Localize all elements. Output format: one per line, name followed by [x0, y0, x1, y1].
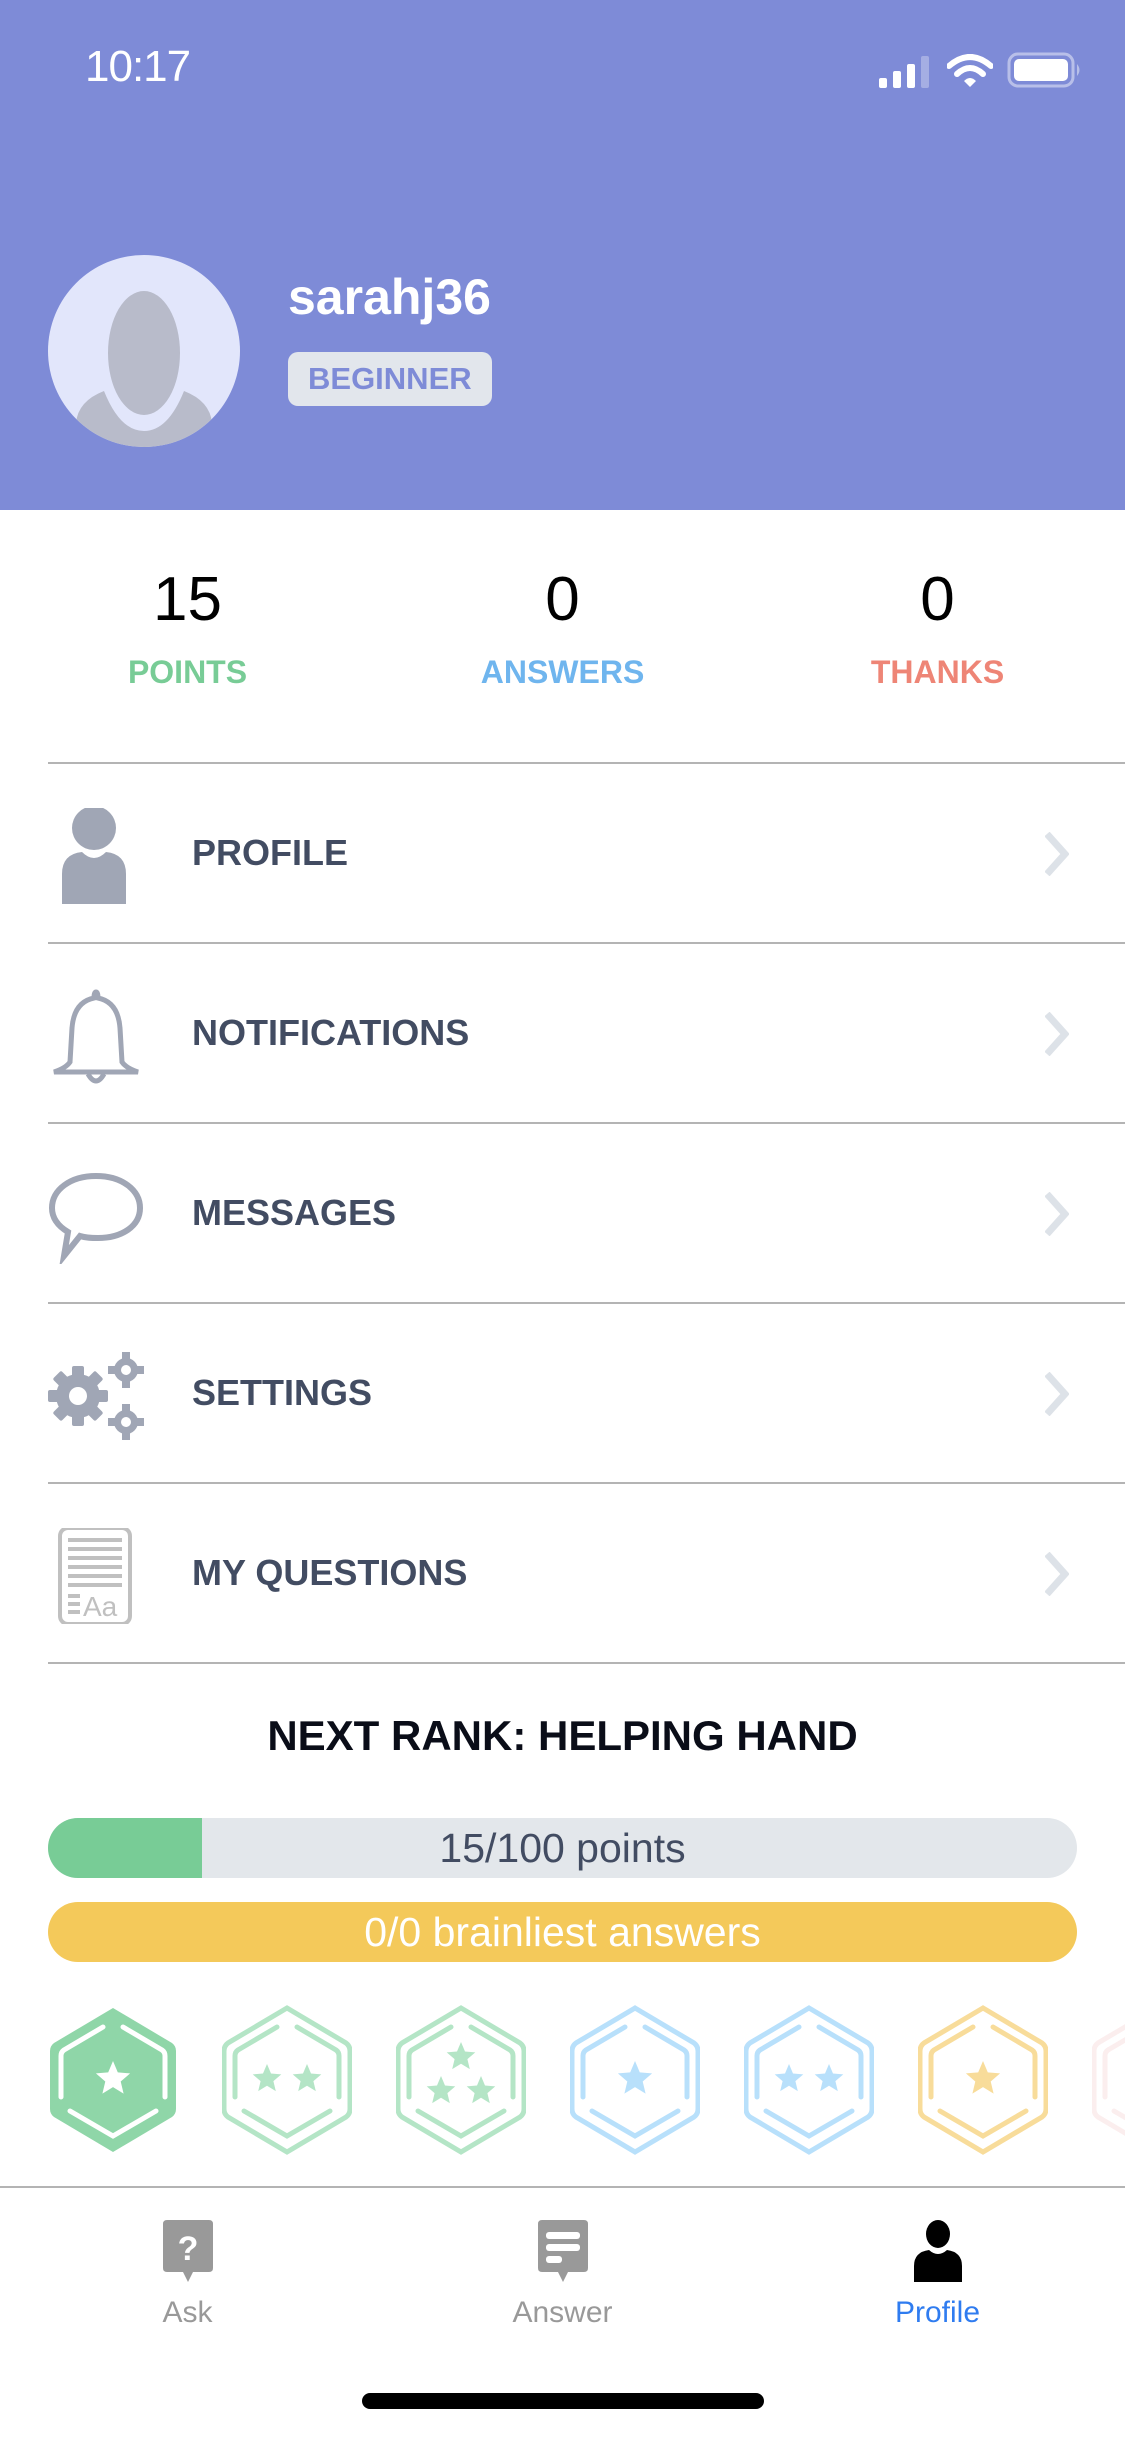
star-icon [252, 2064, 282, 2092]
profile-header: 10:17 sarahj36 BEGINNER [0, 0, 1125, 510]
stats-row: 15 POINTS 0 ANSWERS 0 THANKS [0, 560, 1125, 691]
bell-icon [53, 989, 139, 1084]
rank-badge-5-icon[interactable] [744, 2005, 874, 2155]
star-icon [774, 2064, 804, 2092]
next-rank-title: NEXT RANK: HELPING HAND [267, 1712, 858, 1759]
star-icon [292, 2064, 322, 2092]
rank-badge-6-icon[interactable] [918, 2005, 1048, 2155]
gears-icon [48, 1352, 144, 1440]
profile-icon [914, 2220, 962, 2282]
menu-label: MY QUESTIONS [192, 1552, 468, 1593]
star-icon [426, 2076, 456, 2104]
menu-item-notifications[interactable]: NOTIFICATIONS [0, 944, 1125, 1122]
avatar[interactable] [48, 255, 240, 447]
tab-label: Ask [162, 2296, 213, 2329]
points-progress-bar: 15/100 points [48, 1818, 1077, 1878]
star-icon [814, 2064, 844, 2092]
svg-text:?: ? [178, 2230, 199, 2268]
status-time: 10:17 [85, 42, 191, 91]
menu-item-messages[interactable]: MESSAGES [0, 1124, 1125, 1302]
stat-thanks[interactable]: 0 THANKS [750, 560, 1125, 691]
ask-question-icon: ? [163, 2220, 213, 2282]
home-indicator [362, 2393, 764, 2409]
stat-value: 15 [153, 565, 222, 634]
signal-icon [879, 56, 929, 88]
svg-text:Aa: Aa [83, 1591, 118, 1622]
points-progress-text: 15/100 points [439, 1825, 686, 1871]
divider [48, 1662, 1125, 1664]
menu-label: MESSAGES [192, 1192, 397, 1233]
status-icons [879, 52, 1083, 88]
chevron-right-icon [1045, 1372, 1069, 1416]
person-icon [62, 808, 126, 904]
tab-profile[interactable]: Profile [750, 2188, 1125, 2348]
stat-label: POINTS [127, 654, 248, 690]
stat-label: THANKS [870, 654, 1005, 690]
tab-answer[interactable]: Answer [375, 2188, 750, 2348]
chevron-right-icon [1045, 832, 1069, 876]
avatar-placeholder-icon [76, 291, 212, 447]
menu-item-profile[interactable]: PROFILE [0, 764, 1125, 942]
document-icon: Aa [58, 1528, 132, 1624]
rank-badge-4-icon[interactable] [570, 2005, 700, 2155]
stat-value: 0 [920, 565, 955, 634]
rank-badge-3-icon[interactable] [396, 2005, 526, 2155]
stat-value: 0 [545, 565, 580, 634]
star-icon [617, 2061, 653, 2094]
tab-label: Profile [894, 2296, 981, 2329]
stat-label: ANSWERS [480, 654, 645, 690]
menu-label: NOTIFICATIONS [192, 1012, 470, 1053]
menu-item-settings[interactable]: SETTINGS [0, 1304, 1125, 1482]
menu-item-my-questions[interactable]: Aa MY QUESTIONS [0, 1484, 1125, 1662]
menu-label: PROFILE [192, 832, 349, 873]
chevron-right-icon [1045, 1192, 1069, 1236]
brainliest-progress-text: 0/0 brainliest answers [364, 1909, 761, 1955]
rank-badge-7-icon[interactable] [1092, 2005, 1125, 2155]
menu-label: SETTINGS [192, 1372, 373, 1413]
star-icon [446, 2042, 476, 2070]
username: sarahj36 [288, 269, 491, 325]
star-icon [466, 2076, 496, 2104]
chevron-right-icon [1045, 1012, 1069, 1056]
answer-icon [538, 2220, 588, 2282]
wifi-icon [947, 54, 993, 87]
chevron-right-icon [1045, 1552, 1069, 1596]
speech-bubble-icon [48, 1172, 144, 1264]
tab-ask[interactable]: ? Ask [0, 2188, 375, 2348]
battery-icon [1007, 52, 1080, 88]
rank-badge: BEGINNER [288, 352, 492, 406]
brainliest-progress-bar: 0/0 brainliest answers [48, 1902, 1077, 1962]
stat-answers[interactable]: 0 ANSWERS [375, 560, 750, 691]
rank-badge-2-icon[interactable] [222, 2005, 352, 2155]
stat-points[interactable]: 15 POINTS [0, 560, 375, 691]
star-icon [965, 2061, 1001, 2094]
rank-badge-1-icon[interactable] [48, 2005, 178, 2155]
tab-label: Answer [512, 2296, 613, 2329]
rank-badges-row [48, 2005, 1125, 2155]
